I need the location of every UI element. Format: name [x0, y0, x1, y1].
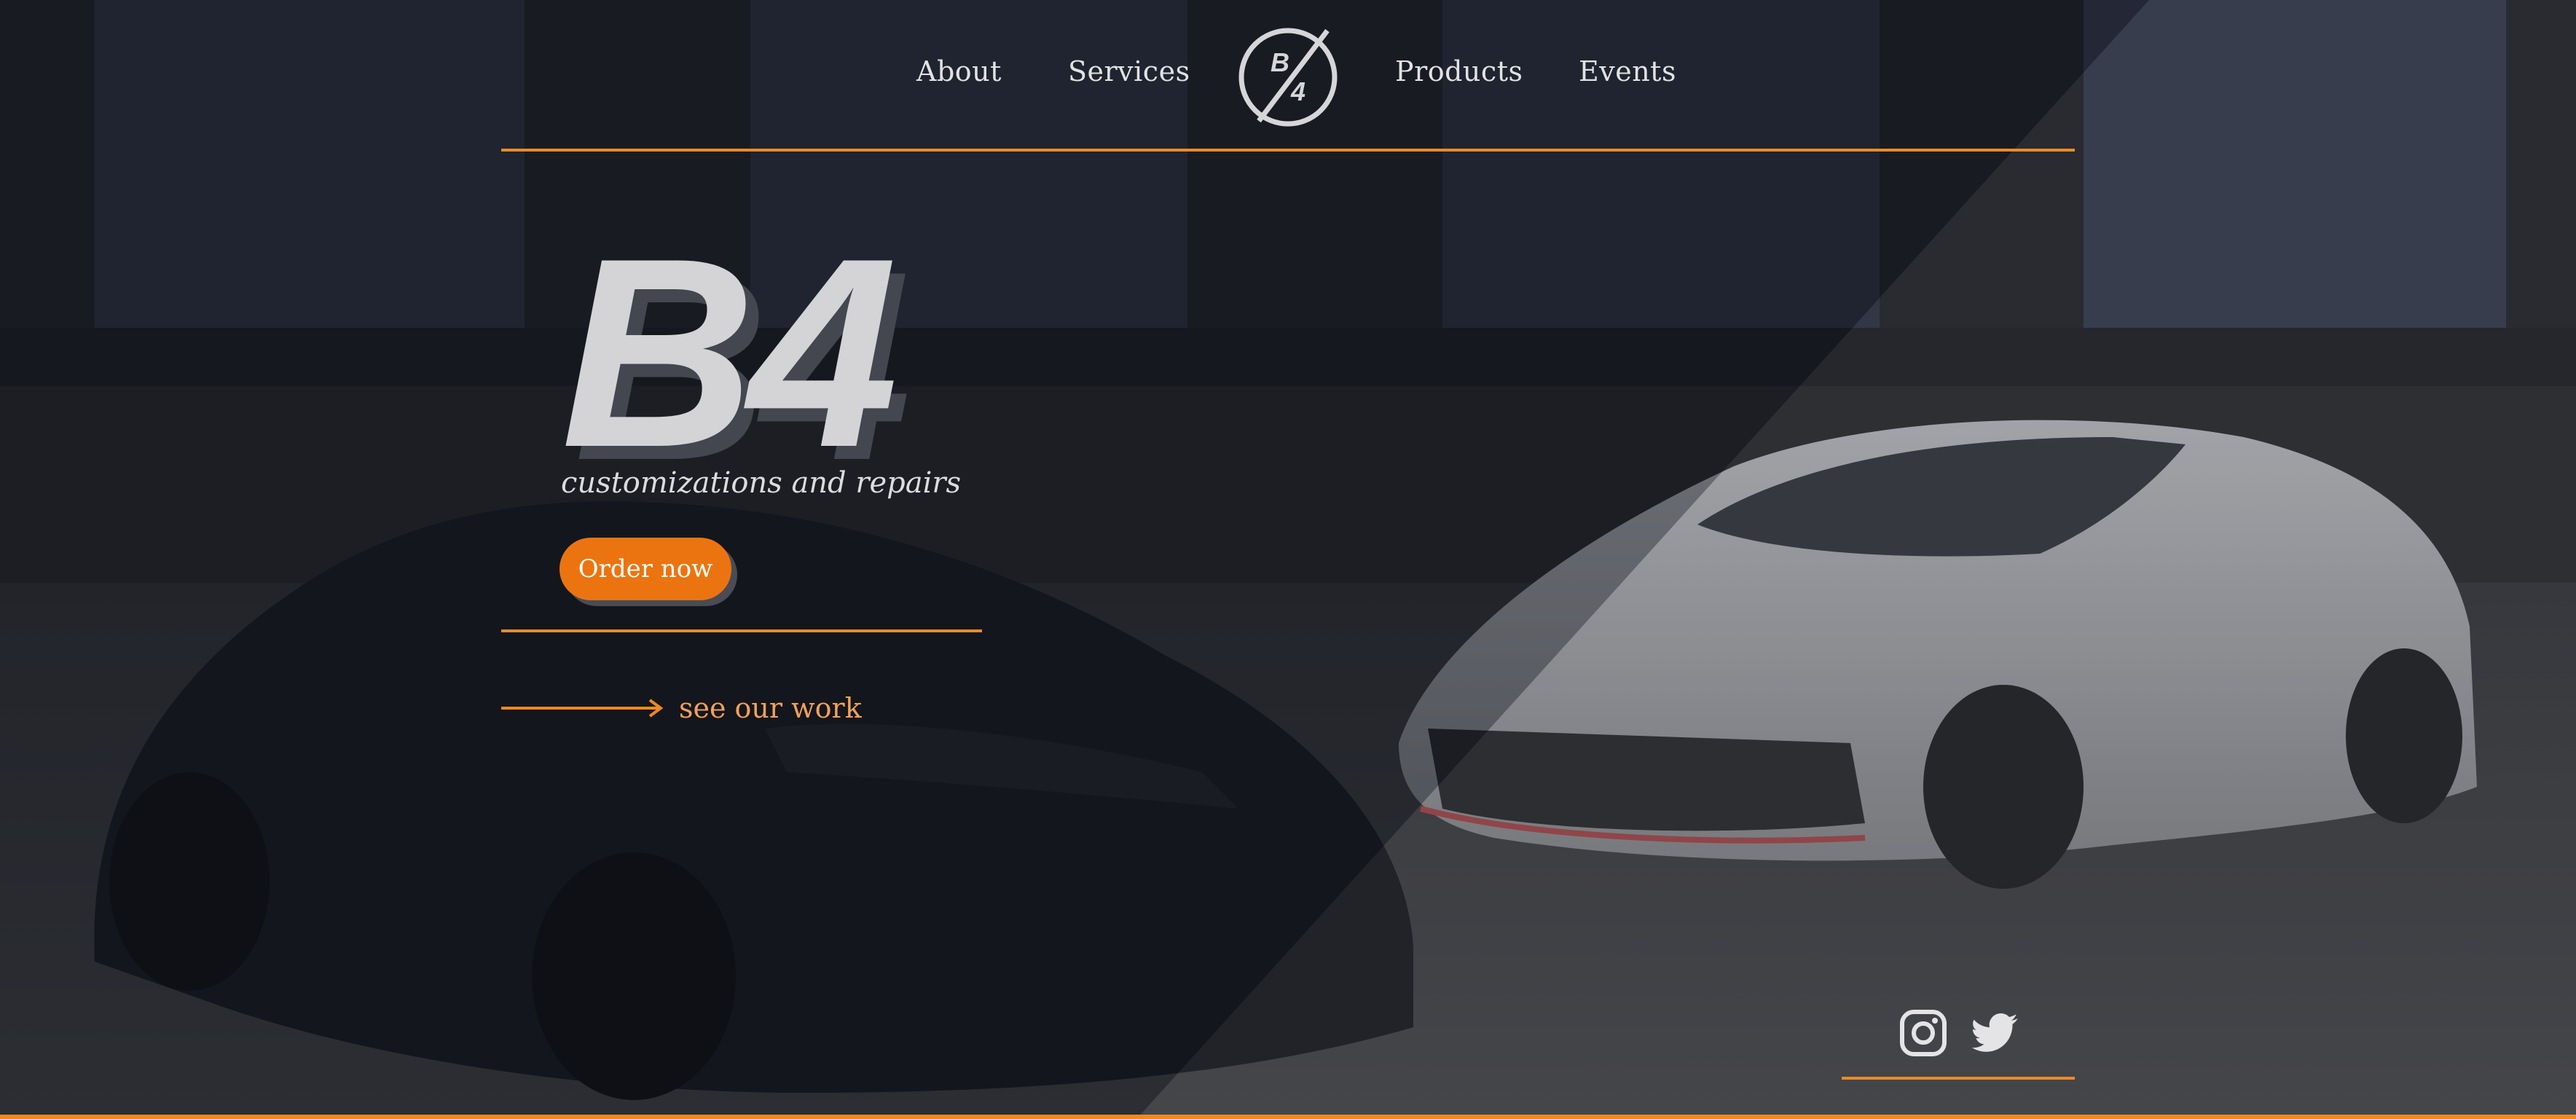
hero-subtitle: customizations and repairs [561, 466, 962, 500]
see-our-work-link[interactable]: see our work [501, 688, 862, 729]
social-divider [1842, 1077, 2075, 1080]
b4-logo-icon[interactable]: B 4 [1237, 26, 1339, 128]
main-nav: About Services B 4 Products Events [0, 26, 2576, 127]
logo-digit-4: 4 [1290, 76, 1305, 106]
page: About Services B 4 Products Events B4 cu… [0, 0, 2576, 1119]
header-divider [501, 149, 2075, 152]
nav-about[interactable]: About [916, 55, 1002, 87]
arrow-right-icon [501, 699, 664, 718]
page-bottom-border [0, 1115, 2576, 1119]
hero-divider [501, 629, 982, 632]
nav-events[interactable]: Events [1579, 55, 1676, 87]
see-our-work-label: see our work [679, 692, 862, 724]
twitter-icon[interactable] [1971, 1008, 2021, 1058]
hero-title: B4 [561, 203, 898, 503]
nav-products[interactable]: Products [1395, 55, 1523, 87]
nav-services[interactable]: Services [1068, 55, 1190, 87]
logo-letter-b: B [1271, 47, 1289, 77]
order-now-button[interactable]: Order now [559, 538, 731, 600]
instagram-icon[interactable] [1898, 1008, 1948, 1058]
